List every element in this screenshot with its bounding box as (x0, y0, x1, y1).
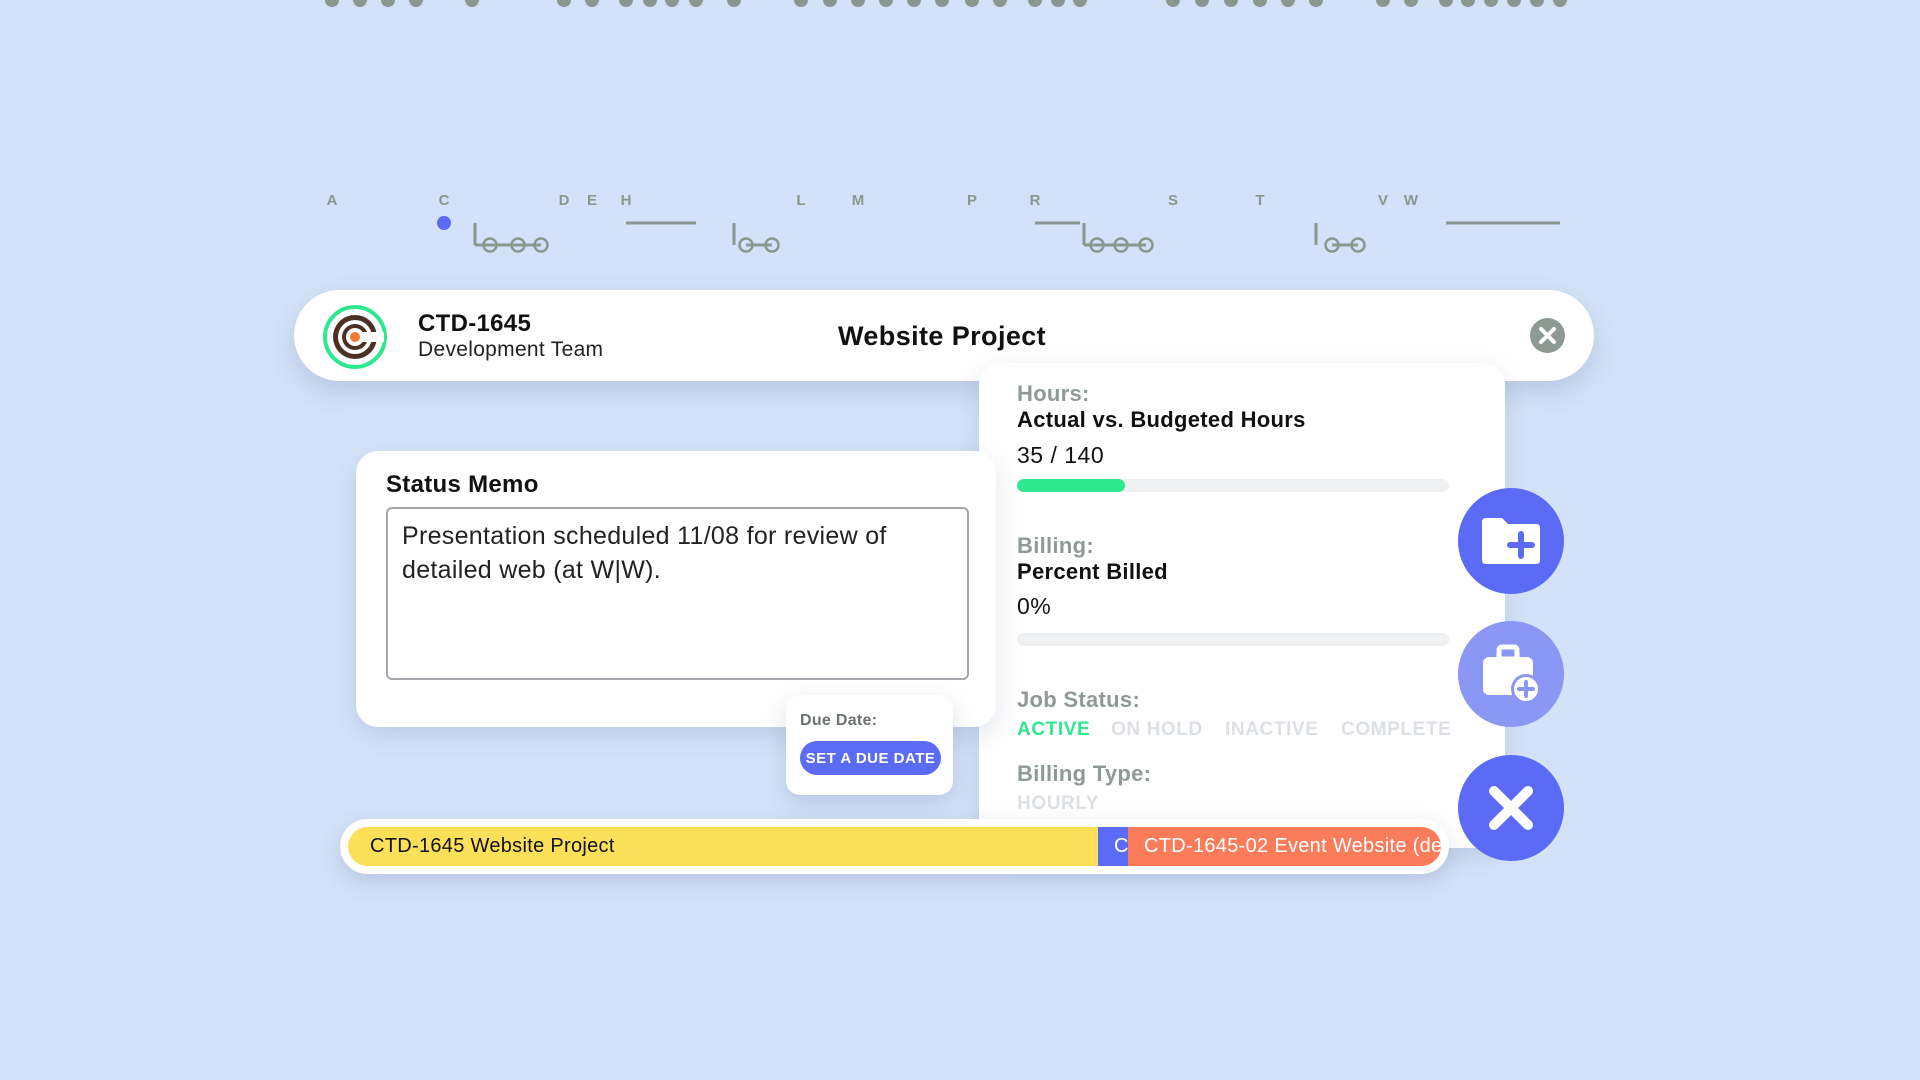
timeline-dot[interactable] (1166, 0, 1180, 7)
timeline-letter: H (621, 192, 632, 209)
status-memo-textarea[interactable]: Presentation scheduled 11/08 for review … (386, 507, 969, 680)
timeline-dot[interactable] (1224, 0, 1238, 7)
timeline-dot[interactable] (1439, 0, 1453, 7)
timeline-dot[interactable] (557, 0, 571, 7)
timeline-dot[interactable] (437, 216, 451, 230)
timeline-dot[interactable] (643, 0, 657, 7)
timeline-dot[interactable] (585, 0, 599, 7)
job-status-label: Job Status: (1017, 687, 1141, 712)
timeline-dot[interactable] (907, 0, 921, 7)
timeline-dot[interactable] (965, 0, 979, 7)
timeline-dot[interactable] (1073, 0, 1087, 7)
status-option-complete[interactable]: COMPLETE (1341, 719, 1451, 741)
timeline: A C DE H L M P R S T VW (325, 0, 1567, 253)
billing-value: 0% (1017, 593, 1052, 619)
gantt-segment-website-project[interactable]: CTD-1645 Website Project (348, 827, 1138, 866)
timeline-letter: P (967, 192, 977, 209)
timeline-dot[interactable] (1253, 0, 1267, 7)
timeline-letter: E (587, 192, 597, 209)
project-title: Website Project (838, 321, 1047, 351)
status-option-active[interactable]: ACTIVE (1017, 719, 1090, 741)
folder-plus-icon (1482, 518, 1540, 564)
billing-type-value[interactable]: HOURLY (1017, 793, 1099, 815)
billing-subtitle: Percent Billed (1017, 559, 1168, 584)
timeline-dot[interactable] (689, 0, 703, 7)
timeline-letter: T (1255, 192, 1264, 209)
billing-label: Billing: (1017, 533, 1094, 558)
timeline-dot[interactable] (879, 0, 893, 7)
timeline-letter: C (439, 192, 450, 209)
timeline-dot[interactable] (727, 0, 741, 7)
timeline-letter: V (1378, 192, 1388, 209)
timeline-dot[interactable] (1404, 0, 1418, 7)
close-panel-button[interactable] (1458, 755, 1564, 861)
timeline-dot[interactable] (381, 0, 395, 7)
timeline-dot[interactable] (1461, 0, 1475, 7)
timeline-dot[interactable] (1309, 0, 1323, 7)
timeline-dot[interactable] (353, 0, 367, 7)
timeline-letter: A (327, 192, 338, 209)
company-logo-icon (323, 305, 387, 369)
timeline-dot[interactable] (665, 0, 679, 7)
add-folder-button[interactable] (1458, 488, 1564, 594)
set-due-date-button[interactable]: SET A DUE DATE (800, 741, 941, 775)
timeline-dot[interactable] (851, 0, 865, 7)
timeline-letter: R (1030, 192, 1041, 209)
gantt-segment-event-website[interactable]: CTD-1645-02 Event Website (de (1128, 827, 1441, 866)
hours-progress-fill (1017, 479, 1125, 492)
timeline-dot[interactable] (1376, 0, 1390, 7)
status-option-on-hold[interactable]: ON HOLD (1111, 719, 1203, 741)
timeline-dot[interactable] (465, 0, 479, 7)
gantt-bar: CTD-1645 Website Project C CTD-1645-02 E… (340, 819, 1449, 874)
status-memo-title: Status Memo (386, 471, 539, 498)
billing-progress-track (1017, 633, 1449, 646)
timeline-dot[interactable] (1484, 0, 1498, 7)
timeline-dot[interactable] (1281, 0, 1295, 7)
billing-type-label: Billing Type: (1017, 761, 1152, 786)
timeline-dot[interactable] (1507, 0, 1521, 7)
status-option-inactive[interactable]: INACTIVE (1225, 719, 1318, 741)
timeline-letter: W (1404, 192, 1419, 209)
timeline-dot[interactable] (935, 0, 949, 7)
timeline-dot[interactable] (325, 0, 339, 7)
hours-value: 35 / 140 (1017, 442, 1105, 468)
hours-subtitle: Actual vs. Budgeted Hours (1017, 407, 1306, 432)
team-name: Development Team (418, 338, 604, 361)
header-close-button[interactable] (1530, 318, 1565, 353)
hours-label: Hours: (1017, 381, 1090, 406)
timeline-dot[interactable] (1028, 0, 1042, 7)
timeline-dot[interactable] (794, 0, 808, 7)
timeline-dot[interactable] (1051, 0, 1065, 7)
timeline-letter: L (796, 192, 805, 209)
add-job-button[interactable] (1458, 621, 1564, 727)
hours-progress-track (1017, 479, 1449, 492)
timeline-dot[interactable] (409, 0, 423, 7)
timeline-letter: M (852, 192, 865, 209)
due-date-card: Due Date: SET A DUE DATE (786, 695, 953, 795)
briefcase-plus-icon (1483, 644, 1541, 704)
timeline-letter: S (1168, 192, 1178, 209)
timeline-dot[interactable] (823, 0, 837, 7)
timeline-dot[interactable] (993, 0, 1007, 7)
timeline-letter: D (559, 192, 570, 209)
close-icon (1489, 786, 1533, 830)
job-details-panel: Hours: Actual vs. Budgeted Hours 35 / 14… (979, 363, 1505, 848)
timeline-dot[interactable] (1553, 0, 1567, 7)
timeline-dot[interactable] (1195, 0, 1209, 7)
due-date-label: Due Date: (800, 712, 878, 729)
close-icon (1539, 327, 1556, 344)
timeline-dot[interactable] (619, 0, 633, 7)
timeline-dot[interactable] (1530, 0, 1544, 7)
status-memo-card: Status Memo Presentation scheduled 11/08… (356, 451, 996, 727)
job-code: CTD-1645 (418, 310, 532, 337)
